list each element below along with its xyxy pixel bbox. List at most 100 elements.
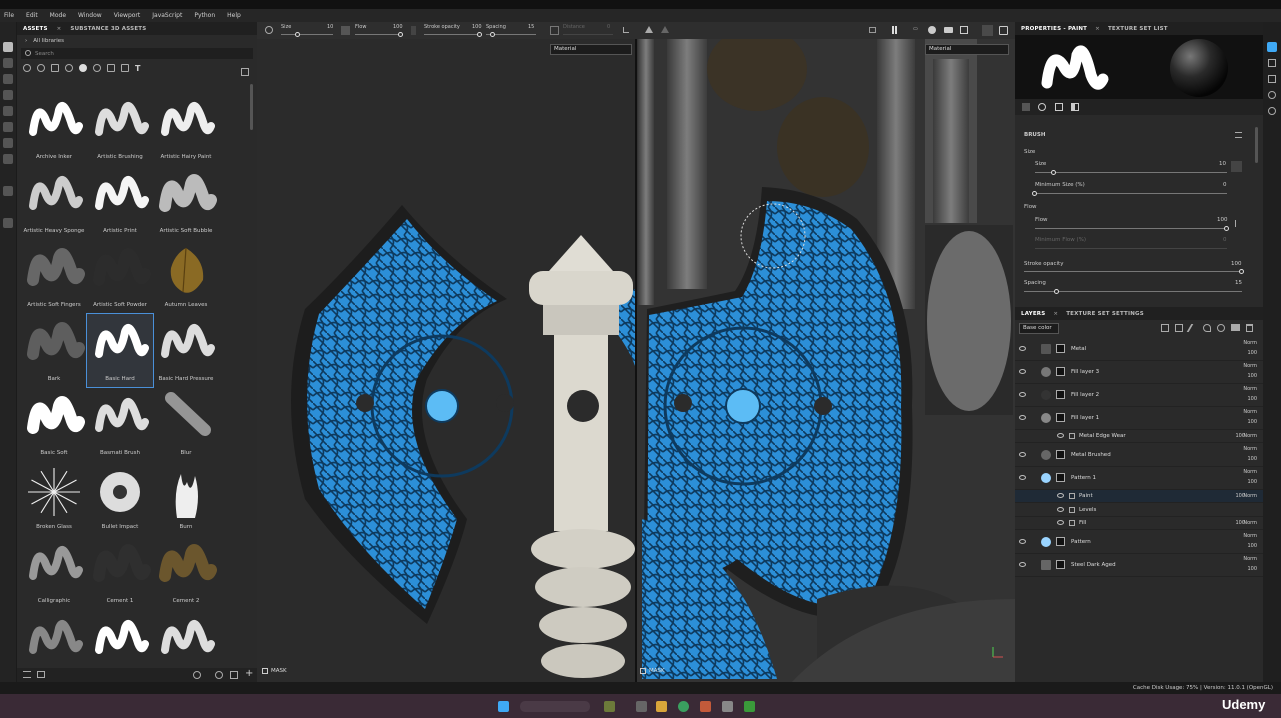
layer-row[interactable]: Fill layer 1 Norm 100 — [1015, 407, 1263, 430]
asset-item[interactable]: Artistic Soft Powder — [87, 240, 153, 313]
material-view-icon[interactable] — [928, 26, 936, 34]
pen-pressure-icon[interactable] — [1231, 161, 1242, 172]
mask-thumbnail[interactable] — [1056, 344, 1065, 353]
layer-row[interactable]: Pattern Norm 100 — [1015, 531, 1263, 554]
brush-flow-track[interactable] — [1035, 228, 1227, 229]
asset-item[interactable]: Artistic Heavy Sponge — [21, 166, 87, 239]
stencil-subtab-icon[interactable] — [1055, 103, 1063, 111]
library-selector[interactable]: › All libraries — [17, 35, 257, 46]
uv-mode-icon[interactable]: ▭ — [913, 26, 918, 32]
clone-tool-icon[interactable] — [3, 122, 13, 132]
tab-properties-paint[interactable]: PROPERTIES - PAINT — [1015, 26, 1093, 32]
visibility-eye-icon[interactable] — [1019, 392, 1026, 397]
screenshot-icon[interactable] — [999, 26, 1008, 35]
camera-sync-icon[interactable] — [869, 27, 876, 33]
history-icon[interactable] — [215, 671, 223, 679]
asset-item[interactable]: Cement 1 — [87, 536, 153, 609]
search-input[interactable]: Search — [21, 48, 253, 59]
spacing-knob[interactable] — [1053, 289, 1059, 294]
add-folder-icon[interactable] — [1231, 324, 1240, 331]
flow-slider[interactable] — [355, 34, 403, 35]
visibility-eye-icon[interactable] — [1019, 562, 1026, 567]
texture-filter-icon[interactable] — [65, 64, 73, 72]
asset-item[interactable]: Artistic Hairy Paint — [153, 92, 219, 165]
start-icon[interactable] — [498, 701, 509, 712]
picker-tool-icon[interactable] — [3, 138, 13, 148]
delete-layer-icon[interactable] — [1246, 324, 1253, 332]
close-icon[interactable]: × — [54, 26, 65, 32]
material-filter-icon[interactable] — [23, 64, 31, 72]
tab-texture-set-settings[interactable]: TEXTURE SET SETTINGS — [1060, 311, 1150, 317]
menu-help[interactable]: Help — [227, 12, 241, 19]
asset-item[interactable]: Calligraphic — [21, 536, 87, 609]
paint-tool-icon[interactable] — [3, 42, 13, 52]
layer-opacity[interactable]: 100 — [1247, 454, 1257, 465]
layer-effect-row[interactable]: Metal Edge Wear Norm 100 — [1015, 430, 1263, 443]
layer-opacity[interactable]: 100 — [1235, 431, 1245, 442]
mask-toggle-right[interactable] — [640, 668, 646, 674]
pen-pressure-icon[interactable] — [341, 26, 350, 35]
smart-material-filter-icon[interactable] — [37, 64, 45, 72]
layer-effect-row[interactable]: Paint Norm 100 — [1015, 490, 1263, 503]
asset-item[interactable]: Basmati Brush — [87, 388, 153, 461]
layer-row[interactable]: Metal Norm 100 — [1015, 338, 1263, 361]
menu-javascript[interactable]: JavaScript — [152, 12, 182, 19]
brush-size-track[interactable] — [1035, 172, 1227, 173]
asset-item[interactable]: Broken Glass — [21, 462, 87, 535]
taskbar-app-icon[interactable] — [678, 701, 689, 712]
symmetry-off-icon[interactable] — [661, 26, 669, 33]
spacing-knob[interactable] — [490, 32, 495, 37]
texture-set-dock-icon[interactable] — [1268, 59, 1276, 67]
environment-filter-icon[interactable] — [121, 64, 129, 72]
stroke-opacity-knob[interactable] — [477, 32, 482, 37]
close-icon[interactable]: × — [1093, 26, 1102, 32]
right-viewport-channel-dropdown[interactable]: Material — [925, 44, 1009, 55]
blend-mode[interactable]: Norm — [1243, 431, 1257, 442]
asset-item[interactable]: Bullet Impact — [87, 462, 153, 535]
asset-item[interactable]: Autumn Leaves — [153, 240, 219, 313]
mask-thumbnail[interactable] — [1056, 537, 1065, 546]
size-knob[interactable] — [295, 32, 300, 37]
distance-slider[interactable] — [563, 34, 613, 35]
angle-icon[interactable] — [623, 27, 629, 33]
brush-filter-icon[interactable] — [79, 64, 87, 72]
brush-flow-knob[interactable] — [1224, 226, 1229, 231]
asset-item[interactable]: Basic Soft — [21, 388, 87, 461]
asset-item[interactable]: Artistic Print — [87, 166, 153, 239]
blend-mode[interactable]: Norm — [1243, 518, 1257, 529]
mask-thumbnail[interactable] — [1056, 413, 1065, 422]
alpha-subtab-icon[interactable] — [1071, 103, 1079, 111]
add-mask-icon[interactable] — [1175, 324, 1183, 332]
channel-dropdown[interactable]: Base color — [1019, 323, 1059, 334]
asset-item[interactable]: Basic Hard — [86, 313, 154, 388]
camera-icon[interactable] — [944, 27, 953, 33]
visibility-eye-icon[interactable] — [1057, 433, 1064, 438]
tab-substance-assets[interactable]: SUBSTANCE 3D ASSETS — [64, 26, 152, 32]
layer-opacity[interactable]: 100 — [1247, 371, 1257, 382]
display-settings-dock-icon[interactable] — [1268, 91, 1276, 99]
taskbar-search-icon[interactable] — [520, 701, 590, 712]
layer-opacity[interactable]: 100 — [1235, 491, 1245, 502]
asset-item[interactable]: Artistic Brushing — [87, 92, 153, 165]
brush-settings-icon[interactable] — [265, 26, 273, 34]
layer-opacity[interactable]: 100 — [1247, 394, 1257, 405]
taskbar-app-icon[interactable] — [744, 701, 755, 712]
flow-knob[interactable] — [398, 32, 403, 37]
asset-item[interactable]: Blur — [153, 388, 219, 461]
tab-texture-set-list[interactable]: TEXTURE SET LIST — [1102, 26, 1174, 32]
taskbar-app-icon[interactable] — [656, 701, 667, 712]
mask-filter-icon[interactable] — [51, 64, 59, 72]
min-size-track[interactable] — [1035, 193, 1227, 194]
layer-row[interactable]: Fill layer 3 Norm 100 — [1015, 361, 1263, 384]
layer-opacity[interactable]: 100 — [1235, 518, 1245, 529]
layer-row[interactable]: Metal Brushed Norm 100 — [1015, 444, 1263, 467]
asset-item[interactable]: Burn — [153, 462, 219, 535]
history-dock-icon[interactable] — [1268, 107, 1276, 115]
viewport[interactable]: Size 10 Flow 100 Stroke opacity 100 Spac… — [257, 22, 1015, 682]
add-asset-icon[interactable]: + — [245, 668, 253, 679]
menu-viewport[interactable]: Viewport — [114, 12, 141, 19]
left-viewport-channel-dropdown[interactable]: Material — [550, 44, 632, 55]
measure-tool-icon[interactable] — [3, 186, 13, 196]
taskbar-app-icon[interactable] — [700, 701, 711, 712]
sort-icon[interactable] — [37, 671, 45, 678]
